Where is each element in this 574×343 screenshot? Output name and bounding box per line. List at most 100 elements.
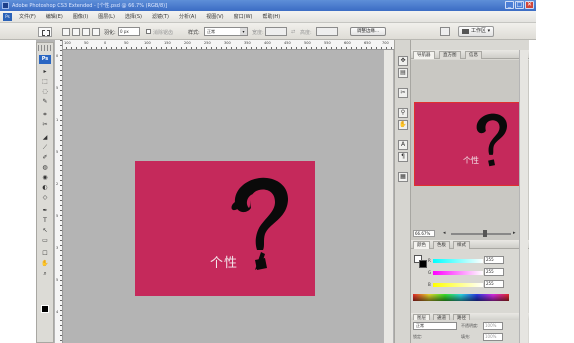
color-background-swatch[interactable] xyxy=(419,260,427,268)
type-tool-icon[interactable]: T xyxy=(40,216,50,225)
subtract-selection-button[interactable] xyxy=(82,28,90,36)
color-spectrum-bar[interactable] xyxy=(413,294,509,301)
marquee-tool-icon[interactable]: ⬚ xyxy=(40,77,50,86)
antialias-label: 消除锯齿 xyxy=(153,30,174,36)
ruler-tick: 3 xyxy=(56,246,59,250)
ruler-tick: 0 xyxy=(104,41,107,45)
workspace-button[interactable]: 工作区 ▾ xyxy=(458,26,494,37)
channel-g-slider[interactable] xyxy=(433,271,483,275)
dock-layer-comps-icon[interactable]: ▦ xyxy=(398,172,408,182)
stamp-tool-icon[interactable]: ✐ xyxy=(40,153,50,162)
dock-history-icon[interactable]: ✥ xyxy=(398,56,408,66)
new-selection-button[interactable] xyxy=(62,28,70,36)
tab-styles[interactable]: 样式 xyxy=(453,241,470,249)
zoom-slider[interactable] xyxy=(451,233,511,235)
document-canvas[interactable]: 个性 xyxy=(135,161,315,296)
channel-b-value[interactable]: 255 xyxy=(484,280,504,288)
swap-icon[interactable]: ⇄ xyxy=(291,29,295,35)
tab-swatches[interactable]: 色板 xyxy=(433,241,450,249)
history-brush-tool-icon[interactable]: ◍ xyxy=(40,163,50,172)
healing-tool-icon[interactable]: ◢ xyxy=(40,133,50,142)
move-tool-icon[interactable]: ▸ xyxy=(40,67,50,76)
navigator-body: 个性 66.67% ◂ ▸ xyxy=(411,60,529,240)
crop-tool-icon[interactable]: ⌗ xyxy=(40,110,50,119)
zoom-input[interactable]: 66.67% xyxy=(413,230,435,237)
zoom-out-icon[interactable]: ◂ xyxy=(443,230,449,237)
lasso-tool-icon[interactable]: ◌ xyxy=(40,87,50,96)
ruler-tick: 5 xyxy=(56,86,59,90)
close-button[interactable]: ✕ xyxy=(525,1,534,9)
style-select[interactable]: 正常 ▾ xyxy=(204,27,248,36)
menu-edit[interactable]: 编辑(E) xyxy=(41,13,68,21)
color-panel-body: R 255 G 255 B 255 xyxy=(411,249,529,315)
ruler-tick: 5 xyxy=(56,214,59,218)
document-vertical-scrollbar[interactable] xyxy=(383,50,393,343)
menu-window[interactable]: 窗口(W) xyxy=(229,13,258,21)
zoom-tool-icon[interactable]: ⌕ xyxy=(40,269,50,278)
add-selection-button[interactable] xyxy=(72,28,80,36)
channel-r-slider[interactable] xyxy=(433,259,483,263)
magic-wand-tool-icon[interactable]: ✎ xyxy=(40,97,50,106)
dock-clone-source-icon[interactable]: ✋ xyxy=(398,120,408,130)
height-input[interactable] xyxy=(316,27,338,36)
tab-histogram[interactable]: 直方图 xyxy=(439,51,461,59)
channel-g-value[interactable]: 255 xyxy=(484,268,504,276)
notes-tool-icon[interactable]: ☐ xyxy=(40,249,50,258)
navigator-thumbnail[interactable]: 个性 xyxy=(414,102,526,186)
maximize-button[interactable]: □ xyxy=(515,1,524,9)
toolbox-grip[interactable] xyxy=(38,45,52,51)
channel-r-value[interactable]: 255 xyxy=(484,256,504,264)
slice-tool-icon[interactable]: ✂ xyxy=(40,120,50,129)
photoshop-app-icon xyxy=(2,2,9,9)
ruler-tick: 100 xyxy=(144,41,151,45)
tab-navigator[interactable]: 导航器 xyxy=(413,51,435,59)
tool-preset-picker[interactable] xyxy=(38,27,52,37)
tab-color[interactable]: 颜色 xyxy=(413,241,430,249)
blend-mode-select[interactable]: 正常 xyxy=(413,322,457,330)
menu-image[interactable]: 图像(I) xyxy=(68,13,93,21)
width-label: 宽度: xyxy=(252,30,264,36)
intersect-selection-button[interactable] xyxy=(92,28,100,36)
panel-scrollbar[interactable] xyxy=(519,50,528,343)
menu-analysis[interactable]: 分析(A) xyxy=(174,13,201,21)
minimize-button[interactable]: _ xyxy=(505,1,514,9)
eraser-tool-icon[interactable]: ◉ xyxy=(40,173,50,182)
style-label: 样式: xyxy=(188,30,200,36)
menu-help[interactable]: 帮助(H) xyxy=(257,13,285,21)
menu-view[interactable]: 视图(V) xyxy=(201,13,228,21)
path-selection-tool-icon[interactable]: ↖ xyxy=(40,226,50,235)
brush-tool-icon[interactable]: ⟋ xyxy=(40,143,50,152)
toolbox: Ps ▸ ⬚ ◌ ✎ ⌗ ✂ ◢ ⟋ ✐ ◍ ◉ ◐ ◇ ✒ T ↖ ▭ ☐ ✋… xyxy=(36,42,54,343)
menu-select[interactable]: 选择(S) xyxy=(120,13,147,21)
zoom-slider-knob[interactable] xyxy=(483,230,487,237)
brushes-palette-icon[interactable] xyxy=(440,27,450,36)
opacity-input[interactable]: 100% xyxy=(483,322,503,330)
dock-brushes-icon[interactable]: ⚲ xyxy=(398,108,408,118)
ruler-tick: 5 xyxy=(56,150,59,154)
fill-input[interactable]: 100% xyxy=(483,333,503,341)
antialias-checkbox[interactable] xyxy=(146,29,151,34)
menu-file[interactable]: 文件(F) xyxy=(14,13,41,21)
ruler-tick: 400 xyxy=(264,41,271,45)
menu-layer[interactable]: 图层(L) xyxy=(93,13,120,21)
dock-actions-icon[interactable]: ▤ xyxy=(398,68,408,78)
pen-tool-icon[interactable]: ✒ xyxy=(40,206,50,215)
dock-character-icon[interactable]: A xyxy=(398,140,408,150)
feather-input[interactable]: 0 px xyxy=(118,27,140,36)
tab-info[interactable]: 信息 xyxy=(465,51,482,59)
hand-tool-icon[interactable]: ✋ xyxy=(40,259,50,268)
feather-label: 羽化: xyxy=(104,30,116,36)
width-input[interactable] xyxy=(265,27,287,36)
channel-b-slider[interactable] xyxy=(433,283,483,287)
dock-tool-presets-icon[interactable]: ✂ xyxy=(398,88,408,98)
ruler-tick: 450 xyxy=(284,41,291,45)
foreground-color-swatch[interactable] xyxy=(41,305,49,313)
menu-filter[interactable]: 滤镜(T) xyxy=(147,13,174,21)
dock-paragraph-icon[interactable]: ¶ xyxy=(398,152,408,162)
refine-edge-button[interactable]: 调整边缘... xyxy=(350,27,386,36)
ruler-tick: 100 xyxy=(64,41,71,45)
gradient-tool-icon[interactable]: ◐ xyxy=(40,183,50,192)
blur-tool-icon[interactable]: ◇ xyxy=(40,193,50,202)
height-label: 高度: xyxy=(300,30,312,36)
shape-tool-icon[interactable]: ▭ xyxy=(40,236,50,245)
